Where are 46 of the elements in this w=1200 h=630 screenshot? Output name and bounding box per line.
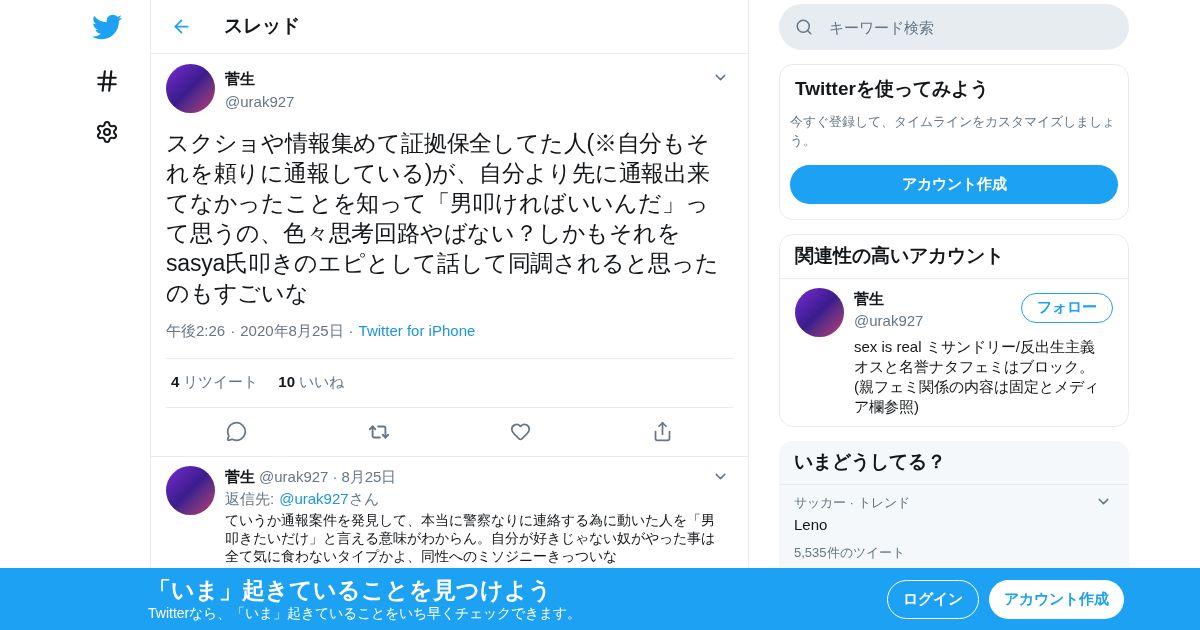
reply-to-label: 返信先: xyxy=(225,489,275,509)
banner-title: 「いま」起きていることを見つけよう xyxy=(148,576,553,604)
trend-name: Leno xyxy=(794,515,829,535)
account-handle[interactable]: @urak927 xyxy=(854,310,1021,333)
mention-link[interactable]: @urak927 xyxy=(279,488,349,511)
author-name[interactable]: 菅生 xyxy=(225,68,702,91)
dot-separator: · xyxy=(230,321,236,341)
bird-logo-icon[interactable] xyxy=(92,12,122,42)
avatar[interactable] xyxy=(166,64,215,113)
page-title: スレッド xyxy=(224,14,300,39)
author-handle[interactable]: @urak927 xyxy=(259,465,329,488)
trend-context: サッカー · トレンド xyxy=(794,493,911,512)
signup-button[interactable]: アカウント作成 xyxy=(989,579,1124,619)
card-title: Twitterを使ってみよう xyxy=(794,77,990,101)
reply-icon[interactable] xyxy=(226,421,248,442)
author-name[interactable]: 菅生 xyxy=(225,465,255,488)
stat-count: 10 xyxy=(278,372,296,393)
tweet-date: 2020年8月25日 xyxy=(240,321,344,341)
tweet-text: スクショや情報集めて証拠保全してた人(※自分もそれを頼りに通報している)が、自分より先に通報出来てなかったことを知って「男叩ければいいんだ」って思うの、色々思考回路やばない？しかもそれをsasya氏叩きのエピとして話して同調されると思ったのもすごいな xyxy=(166,129,720,308)
search-icon xyxy=(795,18,813,36)
like-icon[interactable] xyxy=(510,421,532,442)
stat-label[interactable]: いいね xyxy=(299,371,345,394)
search-field[interactable]: キーワード検索 xyxy=(779,4,1129,50)
reply-text: ていうか通報案件を発見して、本当に警察なりに連絡する為に動いた人を「男叩きたいだけ」と言える意味がわからん。自分が好きじゃない奴がやった事は全て気に食わないタイプかよ、同性へのミソジニーきっついな xyxy=(225,510,716,565)
banner-text: Twitterなら、「いま」起きていることをいち早くチェックできます。 xyxy=(148,604,583,622)
account-name[interactable]: 菅生 xyxy=(854,287,1021,310)
source-link[interactable]: Twitter for iPhone xyxy=(358,320,476,343)
card-text: 今すぐ登録して、タイムラインをカスタマイズしましょう。 xyxy=(790,112,1116,150)
tweet-time: 午後2:26 xyxy=(166,321,226,341)
trend-item[interactable]: サッカー · トレンド Leno 5,535件のツイート xyxy=(779,484,1129,564)
avatar[interactable] xyxy=(166,465,215,515)
stat-count: 4 xyxy=(171,372,180,393)
card-title: 関連性の高いアカウント xyxy=(780,234,1128,279)
signup-button[interactable]: アカウント作成 xyxy=(790,164,1118,204)
settings-icon[interactable] xyxy=(95,120,119,144)
card-title: いまどうしてる？ xyxy=(779,440,1129,485)
reply-date: 8月25日 xyxy=(341,466,398,487)
dot-separator: · xyxy=(332,466,338,487)
dot-separator: · xyxy=(348,321,354,341)
author-handle[interactable]: @urak927 xyxy=(225,90,702,113)
avatar[interactable] xyxy=(795,287,844,337)
hash-icon[interactable] xyxy=(94,68,120,94)
trend-count: 5,535件のツイート xyxy=(794,543,906,562)
reply-to-suffix: さん xyxy=(348,489,379,509)
stat-label[interactable]: リツイート xyxy=(183,371,259,394)
account-bio: sex is real ミサンドリー/反出生主義オスと名誉ナタフェミはブロック。(親フェミ関係の内容は固定とメディア欄参照) xyxy=(854,336,1100,417)
